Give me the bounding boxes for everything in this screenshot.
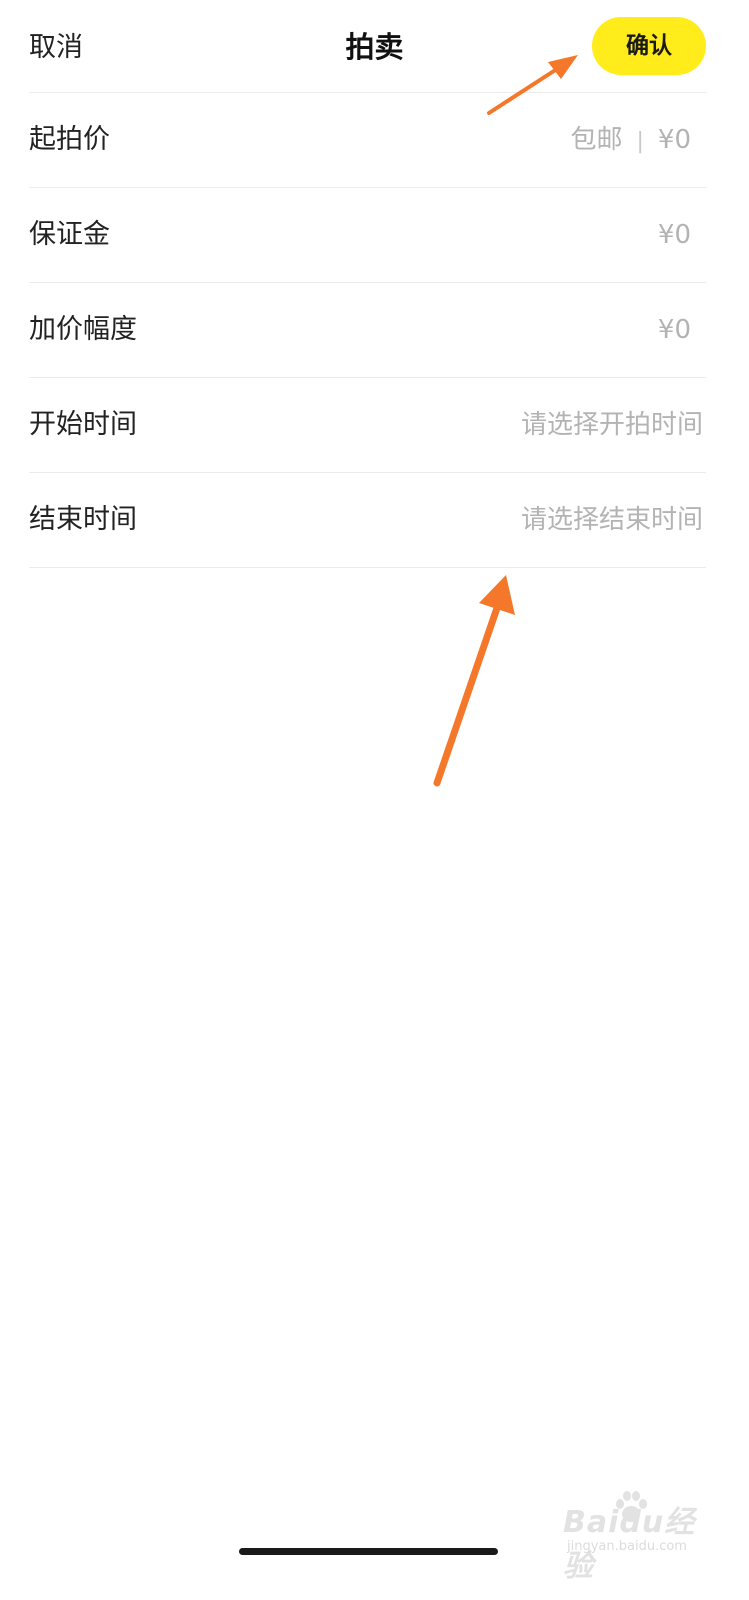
- bid-increment-label: 加价幅度: [29, 314, 137, 345]
- free-shipping-label: 包邮: [570, 125, 623, 155]
- deposit-row[interactable]: 保证金 ¥0: [29, 188, 706, 283]
- bid-increment-row[interactable]: 加价幅度 ¥0: [29, 283, 706, 378]
- value-separator: |: [636, 129, 644, 154]
- watermark-url: jingyan.baidu.com: [567, 1539, 687, 1554]
- start-time-label: 开始时间: [29, 409, 137, 440]
- deposit-value[interactable]: ¥0: [658, 188, 691, 282]
- nav-header: 取消 拍卖 确认: [0, 0, 749, 94]
- confirm-button[interactable]: 确认: [592, 17, 706, 75]
- auction-form-list: 起拍价 包邮 | ¥0 保证金 ¥0 加价幅度 ¥0 开始时间 请选择开拍时间 结束…: [29, 92, 706, 568]
- annotation-arrow-icon: [433, 575, 515, 787]
- starting-price-amount: ¥0: [657, 125, 691, 155]
- baidu-jingyan-watermark: Baidu经验 jingyan.baidu.com: [563, 1487, 713, 1584]
- end-time-row[interactable]: 结束时间 请选择结束时间: [29, 473, 706, 568]
- starting-price-label: 起拍价: [29, 124, 110, 155]
- home-indicator[interactable]: [239, 1548, 498, 1555]
- starting-price-value[interactable]: 包邮 | ¥0: [570, 93, 691, 189]
- starting-price-row[interactable]: 起拍价 包邮 | ¥0: [29, 93, 706, 188]
- deposit-label: 保证金: [29, 219, 110, 250]
- end-time-picker[interactable]: 请选择结束时间: [521, 473, 703, 567]
- start-time-row[interactable]: 开始时间 请选择开拍时间: [29, 378, 706, 473]
- start-time-picker[interactable]: 请选择开拍时间: [521, 378, 703, 472]
- bid-increment-value[interactable]: ¥0: [658, 283, 691, 377]
- auction-settings-screen: 取消 拍卖 确认 起拍价 包邮 | ¥0 保证金 ¥0 加价幅度 ¥0 开始时间 请…: [0, 0, 749, 1600]
- end-time-label: 结束时间: [29, 504, 137, 535]
